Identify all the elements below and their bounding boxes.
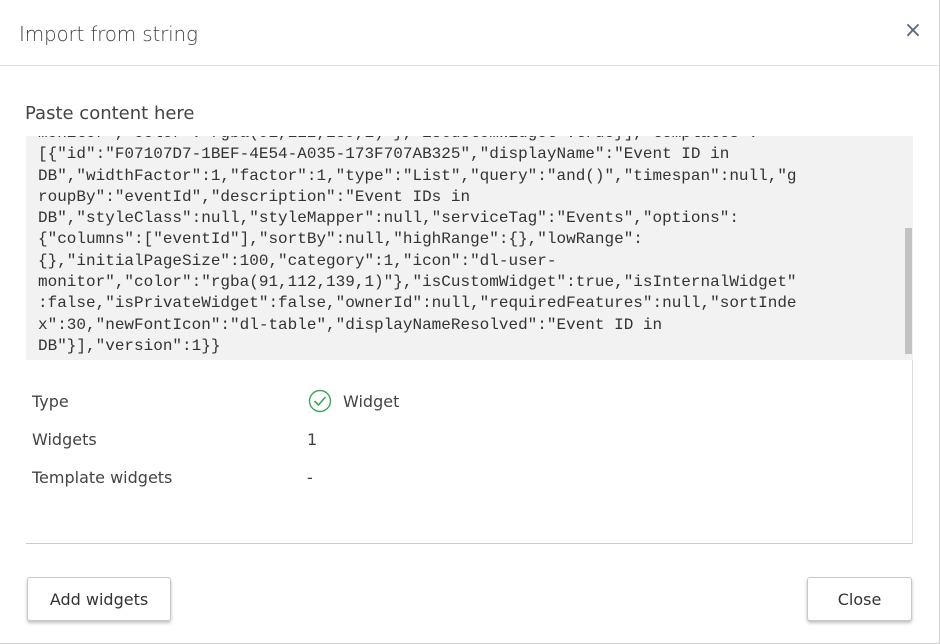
check-circle-icon	[308, 389, 332, 413]
template-widgets-label: Template widgets	[32, 468, 173, 487]
paste-content-line: :false,"isPrivateWidget":false,"ownerId"…	[38, 294, 797, 313]
close-button[interactable]: Close	[807, 577, 912, 621]
paste-content-label: Paste content here	[25, 103, 195, 124]
widgets-value: 1	[307, 430, 318, 449]
widgets-label: Widgets	[32, 430, 97, 449]
paste-content-line: DB"}],"version":1}}	[38, 336, 221, 355]
import-summary-panel: Type Widget Widgets 1 Template widgets -	[26, 360, 913, 544]
textarea-scrollbar-thumb[interactable]	[905, 228, 912, 354]
paste-content-line: DB","widthFactor":1,"factor":1,"type":"L…	[38, 166, 797, 185]
paste-content-line: x":30,"newFontIcon":"dl-table","displayN…	[38, 315, 663, 334]
paste-content-textarea[interactable]: monitor","color":"rgba(91,112,139,1)"},"…	[26, 136, 913, 360]
paste-content-text[interactable]: monitor","color":"rgba(91,112,139,1)"},"…	[38, 136, 896, 357]
textarea-scrollbar[interactable]	[903, 136, 913, 360]
type-value: Widget	[343, 392, 400, 411]
import-dialog: Import from string × Paste content here …	[0, 0, 940, 644]
paste-content-line: {"columns":["eventId"],"sortBy":null,"hi…	[38, 230, 643, 249]
paste-content-line: [{"id":"F07107D7-1BEF-4E54-A035-173F707A…	[38, 145, 730, 164]
paste-content-line: {},"initialPageSize":100,"category":1,"i…	[38, 251, 557, 270]
type-label: Type	[32, 392, 69, 411]
paste-content-line: DB","styleClass":null,"styleMapper":null…	[38, 209, 739, 228]
paste-content-line: monitor","color":"rgba(91,112,139,1)"},"…	[38, 136, 758, 142]
template-widgets-value: -	[307, 468, 313, 487]
add-widgets-button[interactable]: Add widgets	[27, 577, 171, 621]
close-icon[interactable]: ×	[903, 19, 923, 43]
paste-content-line: roupBy":"eventId","description":"Event I…	[38, 187, 471, 206]
paste-content-line: monitor","color":"rgba(91,112,139,1)"},"…	[38, 273, 797, 292]
dialog-title: Import from string	[19, 22, 198, 46]
dialog-header: Import from string ×	[0, 0, 939, 66]
